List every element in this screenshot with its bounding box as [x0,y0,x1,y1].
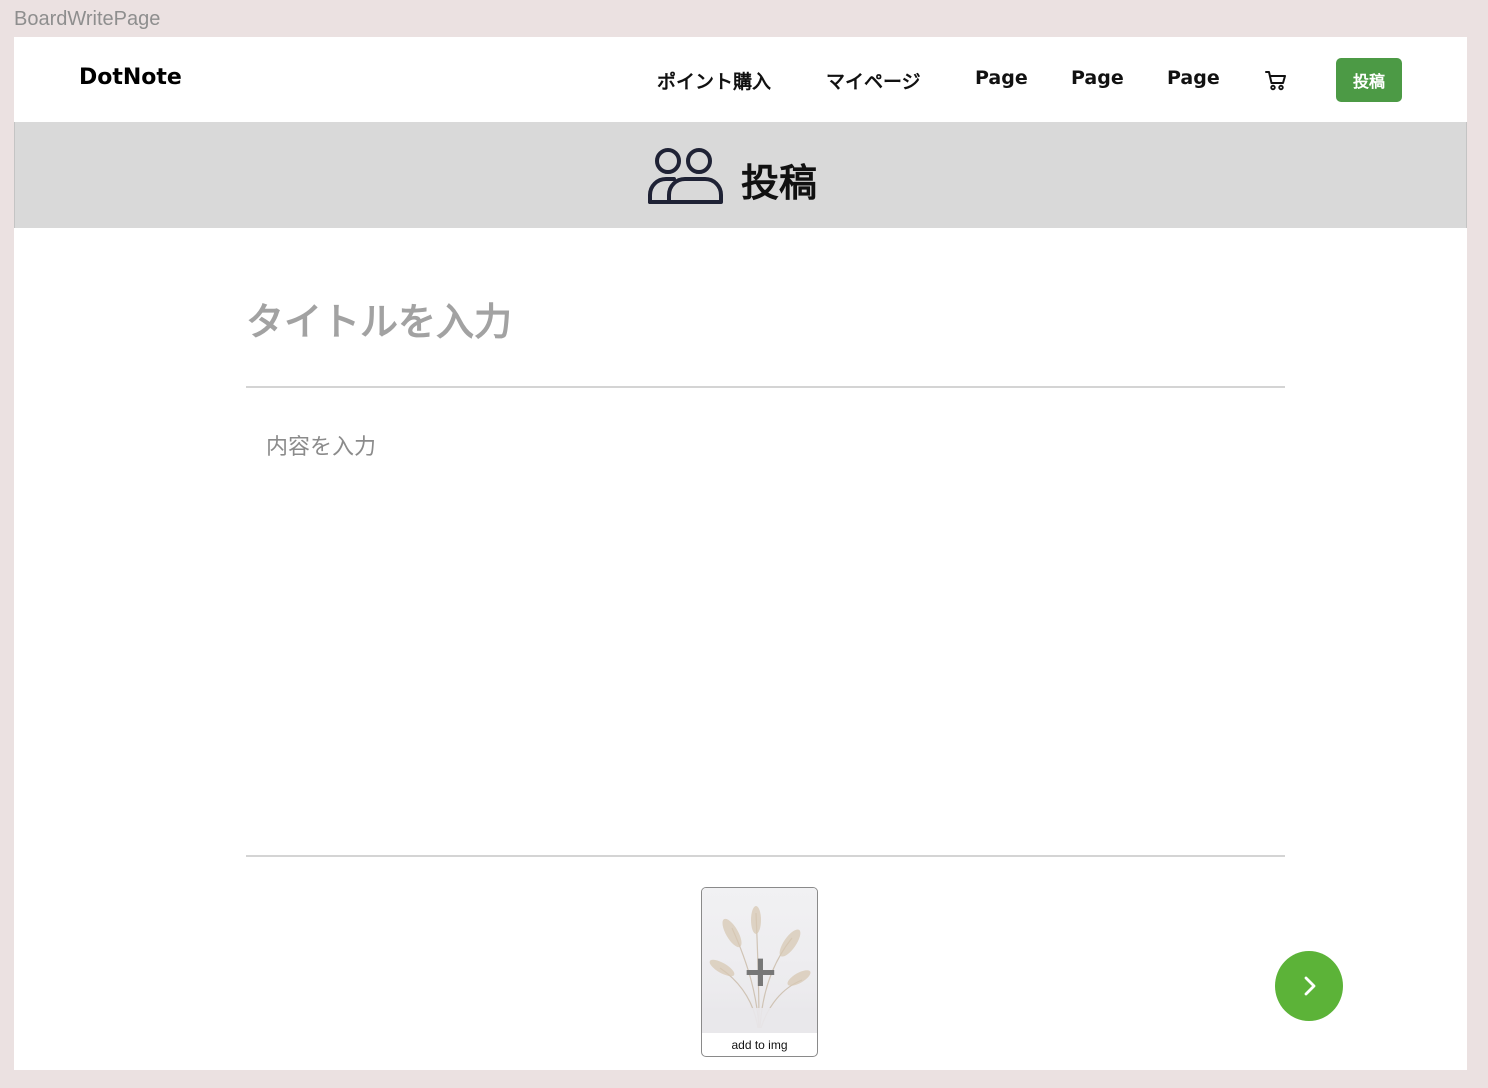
nav-item-mypage[interactable]: マイページ [826,67,921,94]
nav-item-page-2[interactable]: Page [1071,67,1124,89]
header: DotNote ポイント購入 マイページ Page Page Page 投稿 [14,37,1467,122]
image-thumbnail: + [702,888,817,1033]
nav-item-point-purchase[interactable]: ポイント購入 [657,67,771,94]
page-banner: 投稿 [14,122,1467,228]
post-button[interactable]: 投稿 [1336,58,1402,102]
add-image-label: add to img [731,1038,788,1052]
title-input[interactable] [246,285,1286,359]
title-divider [246,386,1285,388]
nav-item-page-3[interactable]: Page [1167,67,1220,89]
chevron-right-icon [1304,976,1316,996]
nav-item-page-1[interactable]: Page [975,67,1028,89]
logo[interactable]: DotNote [79,65,182,90]
cart-icon[interactable] [1264,68,1288,92]
content-divider [246,855,1285,857]
users-icon [648,148,723,204]
next-button[interactable] [1275,951,1343,1021]
page-title: 投稿 [741,161,818,205]
content-textarea[interactable] [266,429,1276,849]
board-write-page: DotNote ポイント購入 マイページ Page Page Page 投稿 投… [14,37,1467,1070]
frame-label: BoardWritePage [14,8,161,30]
add-image-card[interactable]: + add to img [701,887,818,1057]
plus-icon: + [742,946,779,997]
